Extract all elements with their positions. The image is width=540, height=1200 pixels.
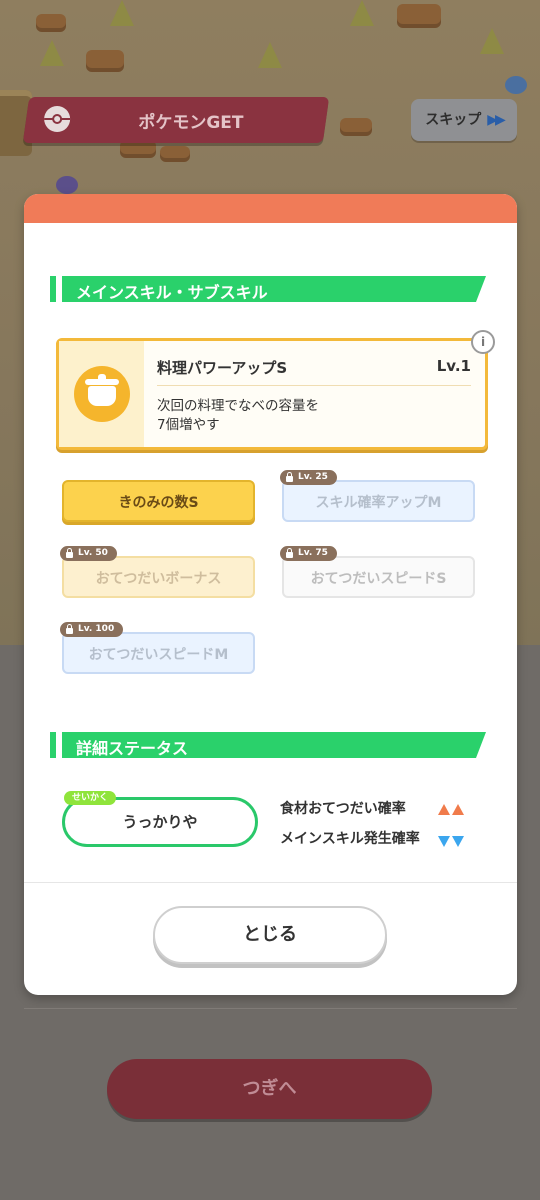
divider — [157, 385, 471, 386]
rock — [160, 146, 190, 162]
info-icon[interactable]: i — [471, 330, 495, 354]
lock-level: Lv. 100 — [78, 624, 115, 634]
lock-badge: Lv. 50 — [60, 546, 117, 561]
stat-up-arrows — [436, 800, 464, 819]
main-skill-name: 料理パワーアップS — [157, 359, 288, 377]
pokemon-get-banner: ポケモンGET — [22, 97, 330, 143]
lock-badge: Lv. 75 — [280, 546, 337, 561]
grass-tuft — [110, 0, 134, 26]
stat-label: 食材おてつだい確率 — [280, 801, 406, 817]
cooking-pot-icon — [74, 366, 130, 422]
arrow-up-icon — [452, 804, 464, 815]
stat-row-main-skill: メインスキル発生確率 — [280, 828, 420, 848]
sub-skill-2[interactable]: スキル確率アップM — [282, 480, 475, 522]
close-button[interactable]: とじる — [153, 906, 387, 964]
sub-skill-3[interactable]: おてつだいボーナス — [62, 556, 255, 598]
stat-down-arrows — [436, 832, 464, 851]
lock-level: Lv. 75 — [298, 548, 328, 558]
lock-icon — [66, 623, 73, 634]
fast-forward-icon: ▶▶ — [487, 112, 505, 128]
main-skill-card[interactable]: 料理パワーアップS Lv.1 次回の料理でなべの容量を 7個増やす — [56, 338, 488, 450]
grass-tuft — [258, 42, 282, 68]
main-skill-level: Lv.1 — [436, 357, 471, 375]
stat-row-ingredient: 食材おてつだい確率 — [280, 798, 406, 818]
sub-skill-5[interactable]: おてつだいスピードM — [62, 632, 255, 674]
lock-level: Lv. 50 — [78, 548, 108, 558]
desc-line: 7個増やす — [157, 417, 220, 433]
section-header-skills: メインスキル・サブスキル — [50, 276, 486, 302]
sub-skill-4[interactable]: おてつだいスピードS — [282, 556, 475, 598]
desc-line: 次回の料理でなべの容量を — [157, 398, 319, 414]
lock-icon — [286, 471, 293, 482]
lock-badge: Lv. 25 — [280, 470, 337, 485]
section-header-details: 詳細ステータス — [50, 732, 486, 758]
stat-label: メインスキル発生確率 — [280, 831, 420, 847]
sub-skill-1[interactable]: きのみの数S — [62, 480, 255, 522]
divider — [24, 1008, 517, 1009]
modal-header-bar — [24, 194, 517, 223]
main-skill-description: 次回の料理でなべの容量を 7個増やす — [157, 397, 457, 435]
divider — [24, 882, 517, 883]
skill-detail-modal: メインスキル・サブスキル 料理パワーアップS Lv.1 次回の料理でなべの容量を… — [24, 194, 517, 995]
lock-level: Lv. 25 — [298, 472, 328, 482]
flower — [56, 176, 78, 194]
lock-icon — [66, 547, 73, 558]
pokeball-icon — [44, 106, 71, 132]
flower — [505, 76, 527, 94]
skip-button[interactable]: スキップ ▶▶ — [411, 99, 517, 141]
arrow-down-icon — [452, 836, 464, 847]
grass-tuft — [480, 28, 504, 54]
rock — [36, 14, 66, 32]
arrow-down-icon — [438, 836, 450, 847]
main-skill-icon-area — [59, 341, 144, 447]
lock-icon — [286, 547, 293, 558]
rock — [340, 118, 372, 136]
banner-label: ポケモンGET — [138, 113, 244, 133]
arrow-up-icon — [438, 804, 450, 815]
skip-label: スキップ — [425, 112, 482, 128]
rock — [86, 50, 124, 72]
grass-tuft — [40, 40, 64, 66]
lock-badge: Lv. 100 — [60, 622, 124, 637]
section-title: 詳細ステータス — [76, 739, 189, 758]
nature-tag: せいかく — [64, 791, 117, 805]
rock — [397, 4, 441, 28]
grass-tuft — [350, 0, 374, 26]
section-title: メインスキル・サブスキル — [76, 283, 268, 302]
next-button[interactable]: つぎへ — [107, 1059, 432, 1119]
